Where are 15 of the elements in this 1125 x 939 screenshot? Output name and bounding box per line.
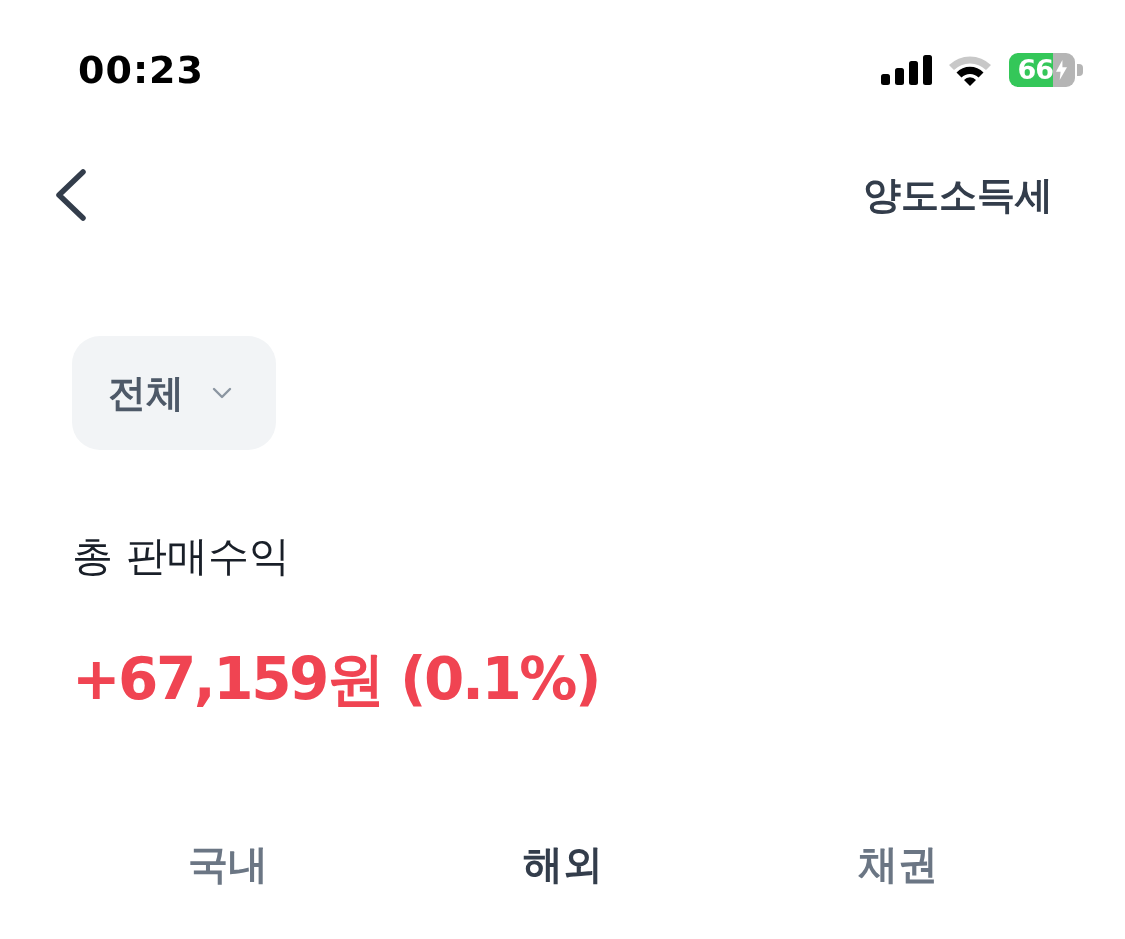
tab[interactable]: 해외: [395, 824, 730, 905]
battery-percentage: 66: [1016, 56, 1053, 84]
tab[interactable]: 국내: [60, 824, 395, 905]
tab[interactable]: 채권: [730, 824, 1065, 905]
total-profit-label: 총 판매수익: [72, 531, 291, 582]
wifi-icon: [947, 53, 993, 87]
total-profit-value: +67,159원 (0.1%): [72, 645, 599, 715]
capital-gains-tax-link[interactable]: 양도소득세: [863, 169, 1053, 221]
filter-dropdown[interactable]: 전체: [72, 336, 276, 450]
status-time: 00:23: [78, 48, 204, 92]
battery-icon: [1009, 53, 1083, 87]
back-chevron-icon: [54, 168, 88, 222]
signal-icon: [881, 55, 933, 85]
charging-bolt-icon: [1056, 59, 1067, 81]
caret-icon: [212, 387, 232, 399]
